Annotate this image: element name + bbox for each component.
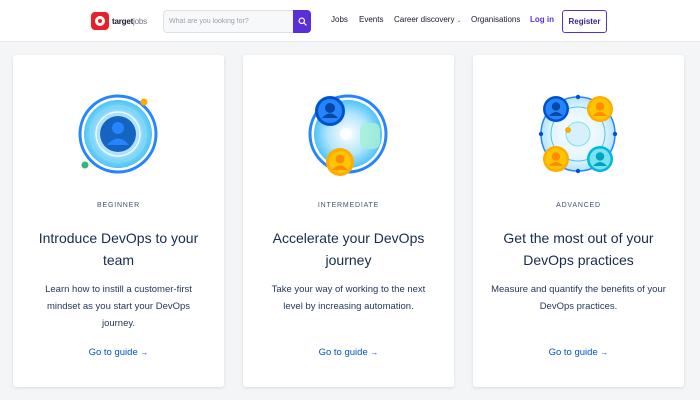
search-bar [163,10,311,33]
guide-card-intermediate: INTERMEDIATE Accelerate your DevOps jour… [243,55,454,387]
guide-card-advanced: ADVANCED Get the most out of your DevOps… [473,55,684,387]
arrow-right-icon: → [370,348,379,357]
nav-events[interactable]: Events [359,15,383,24]
logo-text-primary: target [112,16,134,26]
login-link[interactable]: Log in [530,15,554,24]
chevron-down-icon: ⌄ [456,18,462,24]
register-button[interactable]: Register [562,10,607,33]
two-people-illustration [308,94,388,176]
arrow-right-icon: → [600,348,609,357]
four-people-illustration [538,94,618,174]
go-to-guide-link[interactable]: Go to guide → [13,347,224,358]
logo-text-secondary: jobs [133,16,147,26]
guide-card-beginner: BEGINNER Introduce DevOps to your team L… [13,55,224,387]
go-to-guide-link[interactable]: Go to guide → [243,347,454,358]
targetjobs-logo[interactable]: targetjobs [91,11,147,31]
difficulty-level-label: ADVANCED [556,202,601,209]
difficulty-level-label: INTERMEDIATE [317,202,380,209]
card-title: Introduce DevOps to your team [38,230,199,268]
card-description: Measure and quantify the benefits of you… [491,284,666,312]
single-person-illustration [78,94,158,174]
go-to-guide-label: Go to guide [88,347,138,358]
nav-jobs[interactable]: Jobs [331,15,348,24]
top-navigation-bar: targetjobs Jobs Events Career discovery⌄… [0,0,700,42]
target-logo-icon [91,12,109,30]
difficulty-level-label: BEGINNER [97,202,140,209]
go-to-guide-link[interactable]: Go to guide → [473,347,684,358]
card-title: Accelerate your DevOps journey [272,230,425,268]
card-title: Get the most out of your DevOps practice… [503,230,654,268]
search-input[interactable] [164,11,292,32]
go-to-guide-label: Go to guide [548,347,598,358]
go-to-guide-label: Go to guide [318,347,368,358]
nav-career-discovery[interactable]: Career discovery ⌄ [394,15,462,24]
nav-organisations[interactable]: Organisations [471,15,520,24]
card-description: Take your way of working to the next lev… [271,284,426,312]
search-button[interactable] [293,10,311,33]
card-description: Learn how to instill a customer-first mi… [45,284,192,329]
search-icon [297,17,307,26]
nav-career-discovery-label: Career discovery [394,15,455,24]
arrow-right-icon: → [140,348,149,357]
